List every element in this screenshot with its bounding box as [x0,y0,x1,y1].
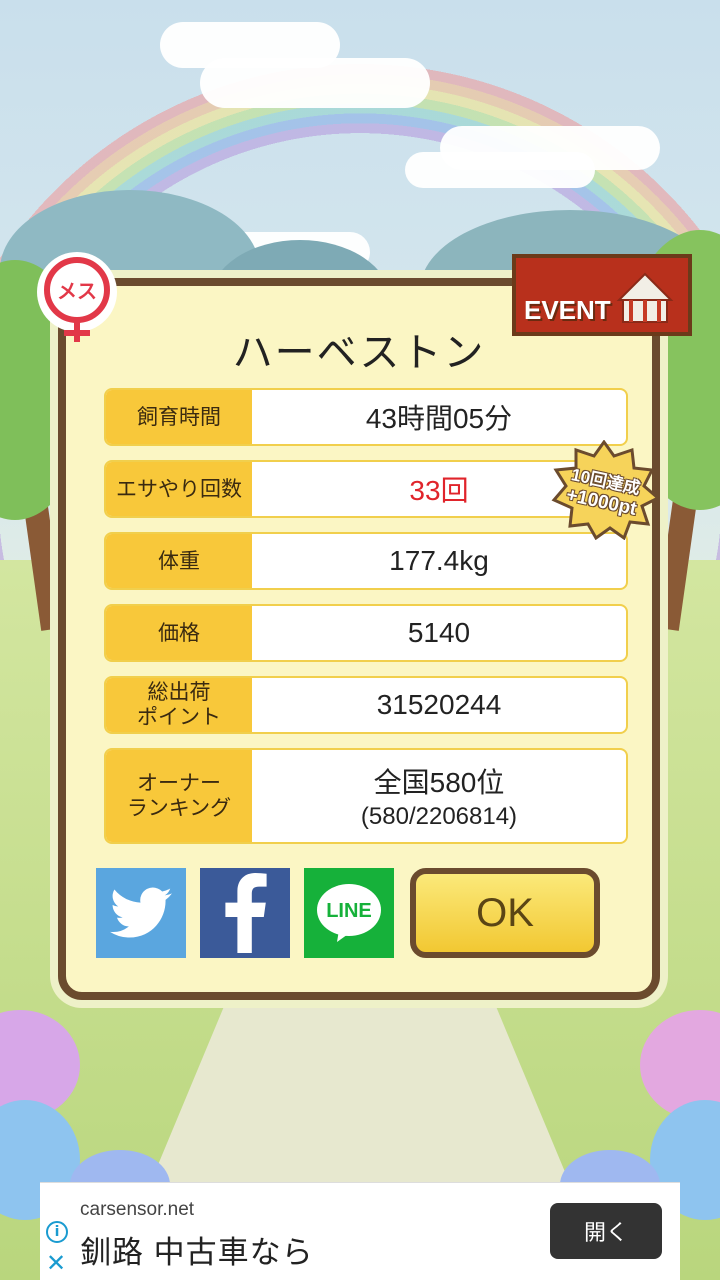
stat-row-price: 価格 5140 [104,604,628,662]
ad-info-icon[interactable]: i [46,1221,68,1243]
stat-value: 177.4kg [389,545,489,576]
line-bubble-icon: LINE [317,884,381,942]
ad-domain: carsensor.net [80,1199,195,1220]
stat-value: 5140 [407,617,471,648]
stat-label: 価格 [106,606,252,660]
ad-banner[interactable]: i ✕ carsensor.net 釧路 中古車なら 開く [40,1182,680,1280]
stat-label-line: 総出荷 [147,681,211,704]
stat-label: 総出荷 ポイント [106,678,252,732]
stat-row-weight: 体重 177.4kg [104,532,628,590]
line-share-button[interactable]: LINE [304,868,394,958]
ad-headline[interactable]: 釧路 中古車なら [80,1227,314,1272]
female-symbol-icon: メス [37,252,117,342]
result-dialog: ハーベストン 飼育時間 43時間05分 エサやり回数 33回 体重 177.4k… [58,278,660,1000]
gender-label: メス [57,281,97,303]
stat-label-line: オーナー [137,772,221,795]
stat-label: エサやり回数 [106,462,252,516]
stat-row-shipping-points: 総出荷 ポイント 31520244 [104,676,628,734]
event-label: EVENT [524,295,611,325]
ad-close-icon[interactable]: ✕ [46,1249,66,1277]
stat-label: 体重 [106,534,252,588]
bonus-burst-badge: 10回達成 +1000pt [548,439,661,541]
stat-label-line: ランキング [126,797,232,820]
stat-label: 飼育時間 [106,390,252,444]
cloud [200,58,430,108]
circus-tent-icon [616,272,674,323]
stat-value: 全国580位 (580/2206814) [252,750,626,842]
twitter-share-button[interactable] [96,868,186,958]
female-gender-badge: メス [34,252,120,348]
stat-row-breeding-time: 飼育時間 43時間05分 [104,388,628,446]
ok-button[interactable]: OK [410,868,600,958]
stat-label-line: ポイント [137,706,221,729]
stat-row-owner-ranking: オーナー ランキング 全国580位 (580/2206814) [104,748,628,844]
stat-label: オーナー ランキング [106,750,252,842]
twitter-bird-icon [110,887,172,938]
ad-open-button[interactable]: 開く [550,1203,662,1259]
ranking-value: 全国580位 [373,767,505,798]
line-label: LINE [326,900,372,922]
event-badge[interactable]: EVENT [512,254,692,336]
cloud [405,152,595,188]
facebook-f-icon [225,873,267,953]
ranking-sub-value: (580/2206814) [360,803,518,830]
facebook-share-button[interactable] [200,868,290,958]
stat-value: 31520244 [376,689,502,720]
